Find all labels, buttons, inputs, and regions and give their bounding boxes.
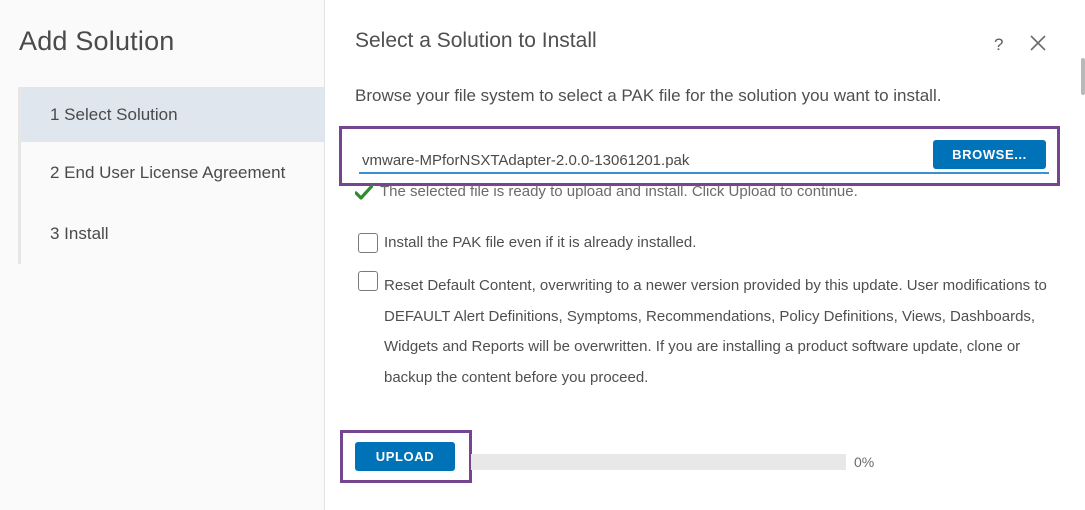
- wizard-steps: 1 Select Solution 2 End User License Agr…: [18, 87, 325, 264]
- wizard-step-eula[interactable]: 2 End User License Agreement: [21, 142, 325, 203]
- reset-default-content-label: Reset Default Content, overwriting to a …: [384, 277, 1047, 386]
- upload-progress-bar: [471, 454, 846, 470]
- status-message-row: The selected file is ready to upload and…: [355, 183, 858, 200]
- help-icon[interactable]: ?: [994, 35, 1003, 55]
- reinstall-checkbox-label: Install the PAK file even if it is alrea…: [384, 234, 697, 251]
- dialog-content: Select a Solution to Install ? Browse yo…: [326, 0, 1085, 510]
- upload-highlight: UPLOAD: [340, 430, 472, 483]
- file-selection-highlight: BROWSE...: [339, 126, 1060, 186]
- wizard-step-select-solution[interactable]: 1 Select Solution: [21, 87, 325, 142]
- check-icon: [355, 183, 373, 200]
- reinstall-checkbox[interactable]: [358, 233, 378, 253]
- reset-default-content-checkbox[interactable]: [358, 271, 378, 291]
- wizard-step-install[interactable]: 3 Install: [21, 203, 325, 264]
- close-icon[interactable]: [1029, 33, 1047, 53]
- upload-button[interactable]: UPLOAD: [355, 442, 455, 471]
- status-message: The selected file is ready to upload and…: [380, 183, 858, 200]
- wizard-sidebar: Add Solution 1 Select Solution 2 End Use…: [0, 0, 325, 510]
- instructions-text: Browse your file system to select a PAK …: [355, 86, 942, 105]
- dialog-title: Select a Solution to Install: [355, 29, 597, 52]
- upload-progress-text: 0%: [854, 454, 875, 470]
- wizard-title: Add Solution: [19, 26, 175, 56]
- scrollbar[interactable]: [1081, 58, 1085, 95]
- browse-button[interactable]: BROWSE...: [933, 140, 1046, 169]
